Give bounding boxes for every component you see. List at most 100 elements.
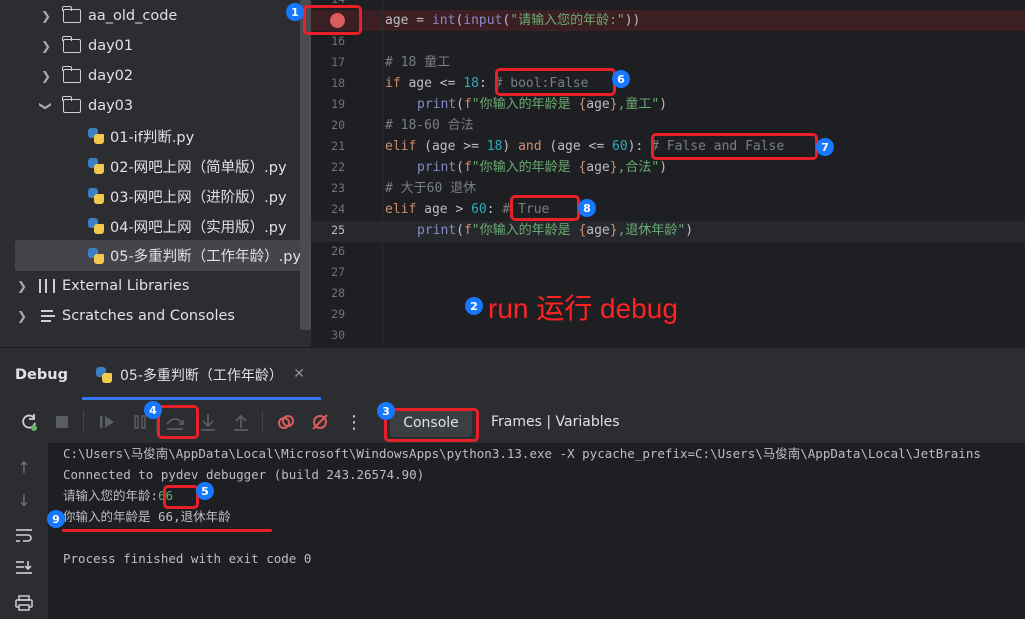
python-file-icon	[88, 158, 104, 174]
tree-item-aa-old-code[interactable]: ❯ aa_old_code	[15, 1, 303, 31]
tree-item-label: day02	[88, 68, 134, 84]
tree-item-scratches[interactable]: ❯ Scratches and Consoles	[15, 301, 303, 331]
folder-icon	[62, 66, 81, 83]
annotation-note: run 运行 debug	[488, 293, 678, 324]
line-number: 17	[331, 55, 345, 69]
tree-item-file[interactable]: 02-网吧上网（简单版）.py	[15, 151, 303, 181]
run-config-tab[interactable]: 05-多重判断（工作年龄） ✕	[82, 348, 321, 402]
annotation-box-step-over	[157, 405, 199, 439]
annotation-badge: 2	[465, 297, 483, 315]
chevron-down-icon[interactable]: ❯	[39, 99, 53, 113]
debug-title: Debug	[15, 367, 68, 383]
python-file-icon	[88, 218, 104, 234]
line-number: 19	[331, 97, 345, 111]
annotation-badge: 8	[578, 199, 596, 217]
console-line: C:\Users\马俊南\AppData\Local\Microsoft\Win…	[63, 446, 981, 461]
line-number: 23	[331, 181, 345, 195]
chevron-right-icon[interactable]: ❯	[15, 279, 29, 293]
code-line-25: print(f"你输入的年龄是 {age},退休年龄")	[417, 223, 694, 238]
line-number-current: 25	[331, 223, 345, 237]
view-breakpoints-icon[interactable]	[274, 410, 298, 434]
code-line-23: # 大于60 退休	[385, 181, 477, 196]
code-line-17: # 18 童工	[385, 55, 451, 70]
tree-item-day02[interactable]: ❯ day02	[15, 61, 303, 91]
annotation-underline	[62, 529, 272, 532]
tree-item-label: 04-网吧上网（实用版）.py	[110, 219, 287, 236]
python-file-icon	[88, 247, 104, 264]
code-text: elif age > 60:	[385, 202, 495, 217]
resume-icon[interactable]	[95, 410, 119, 434]
tree-item-file[interactable]: 03-网吧上网（进阶版）.py	[15, 181, 303, 211]
library-icon	[39, 279, 55, 293]
python-file-icon	[88, 188, 104, 204]
tree-item-day01[interactable]: ❯ day01	[15, 31, 303, 61]
code-line-20: # 18-60 合法	[385, 118, 474, 133]
tree-item-day03[interactable]: ❯ day03	[15, 91, 303, 121]
chevron-right-icon[interactable]: ❯	[39, 9, 53, 23]
tree-item-file-selected[interactable]: 05-多重判断（工作年龄）.py	[15, 240, 303, 271]
debug-tool-window-header: Debug 05-多重判断（工作年龄） ✕	[0, 347, 1025, 401]
code-text: elif (age >= 18) and (age <= 60):	[385, 139, 644, 154]
code-line-15: age = int(input("请输入您的年龄:"))	[385, 13, 641, 28]
stop-icon[interactable]	[50, 410, 74, 434]
scratches-icon	[39, 309, 55, 323]
python-file-icon	[96, 367, 112, 383]
step-into-icon[interactable]	[196, 410, 220, 434]
scroll-to-end-icon[interactable]	[14, 557, 34, 577]
line-number: 22	[331, 160, 345, 174]
annotation-box-breakpoint	[303, 5, 362, 35]
mute-breakpoints-icon[interactable]	[308, 410, 332, 434]
chevron-right-icon[interactable]: ❯	[39, 69, 53, 83]
annotation-badge: 4	[144, 401, 162, 419]
console-side-toolbar: ↑ ↓	[0, 443, 48, 619]
close-icon[interactable]: ✕	[293, 366, 305, 382]
annotation-badge: 1	[286, 3, 304, 21]
scrollbar-thumb[interactable]	[300, 0, 311, 330]
console-line: 请输入您的年龄:66	[63, 485, 173, 506]
tree-item-label: External Libraries	[62, 278, 190, 294]
tree-item-label: 02-网吧上网（简单版）.py	[110, 159, 287, 176]
chevron-right-icon[interactable]: ❯	[39, 39, 53, 53]
tree-item-label: day03	[88, 98, 134, 114]
line-number: 28	[331, 286, 345, 300]
annotation-badge: 7	[816, 138, 834, 156]
annotation-box-comment	[651, 133, 818, 160]
annotation-badge: 9	[47, 510, 65, 528]
soft-wrap-icon[interactable]	[14, 525, 34, 545]
down-arrow-icon[interactable]: ↓	[14, 490, 34, 510]
folder-icon	[62, 6, 81, 23]
folder-icon	[62, 36, 81, 53]
run-config-tab-label: 05-多重判断（工作年龄）	[120, 368, 283, 384]
annotation-box-input	[163, 485, 199, 509]
line-number: 21	[331, 139, 345, 153]
rerun-icon[interactable]	[17, 410, 41, 434]
console-line: Process finished with exit code 0	[63, 551, 312, 566]
print-icon[interactable]	[14, 593, 34, 613]
annotation-box-console	[384, 408, 479, 442]
tree-scrollbar[interactable]	[300, 0, 311, 347]
code-line-19: print(f"你输入的年龄是 {age},童工")	[417, 97, 668, 112]
annotation-badge: 3	[377, 402, 395, 420]
annotation-badge: 5	[196, 482, 214, 500]
step-out-icon[interactable]	[229, 410, 253, 434]
tree-item-file[interactable]: 01-if判断.py	[15, 121, 303, 151]
tree-item-external-libraries[interactable]: ❯ External Libraries	[15, 271, 303, 301]
line-number: 30	[331, 328, 345, 342]
tab-frames-variables[interactable]: Frames | Variables	[491, 414, 620, 430]
line-number: 29	[331, 307, 345, 321]
annotation-badge: 6	[612, 70, 630, 88]
active-tab-indicator	[82, 397, 321, 400]
console-line: Connected to pydev debugger (build 243.2…	[63, 467, 425, 482]
line-number: 24	[331, 202, 345, 216]
console-prompt: 请输入您的年龄:	[63, 488, 159, 503]
tree-item-label: Scratches and Consoles	[62, 308, 235, 324]
up-arrow-icon[interactable]: ↑	[14, 457, 34, 477]
console-line: 你输入的年龄是 66,退休年龄	[63, 509, 231, 524]
gutter[interactable]: 14 15 16 17 18 19 20 21 22 23 24 25 26 2…	[311, 0, 383, 347]
tree-item-file[interactable]: 04-网吧上网（实用版）.py	[15, 211, 303, 241]
line-number: 26	[331, 244, 345, 258]
code-text: if age <= 18:	[385, 76, 487, 91]
chevron-right-icon[interactable]: ❯	[15, 309, 29, 323]
more-options-icon[interactable]: ⋮	[342, 410, 366, 434]
line-number: 20	[331, 118, 345, 132]
